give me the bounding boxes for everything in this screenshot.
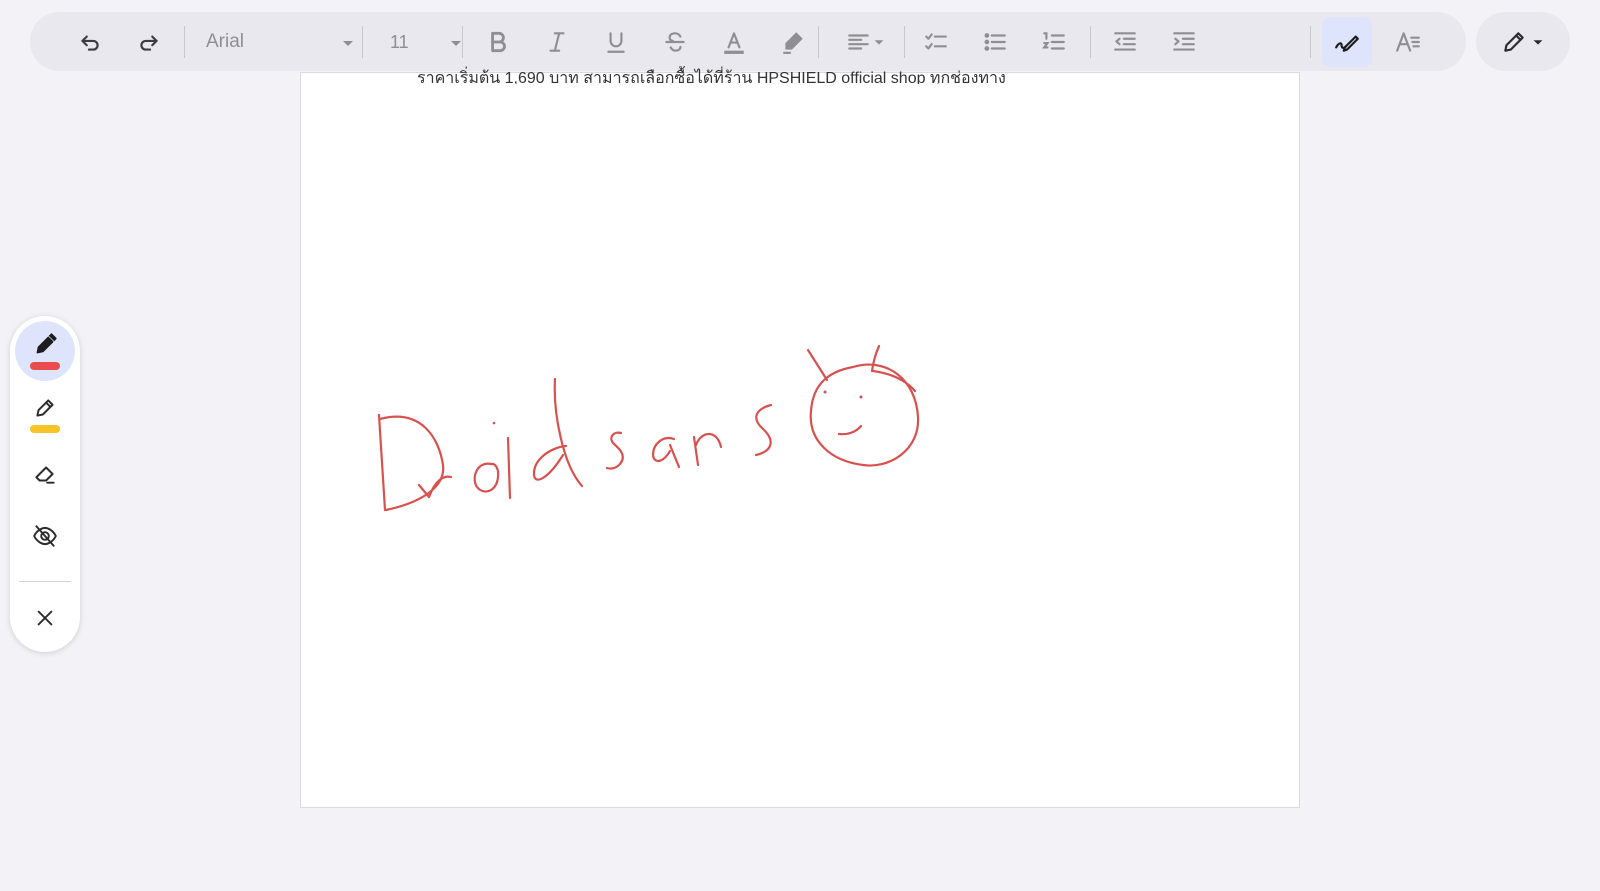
font-size-select[interactable]: 11 [376, 24, 468, 60]
text-color-icon [724, 32, 744, 54]
eraser-tool-button[interactable] [15, 444, 75, 504]
pen-menu-button[interactable] [1476, 12, 1570, 71]
text-style-button[interactable] [1385, 19, 1431, 65]
document-page[interactable]: ราคาเริ่มต้น 1,690 บาท สามารถเลือกซื้อได… [300, 70, 1300, 808]
increase-indent-button[interactable] [1161, 19, 1207, 65]
bold-icon [491, 31, 506, 53]
checklist-button[interactable] [913, 19, 959, 65]
highlighter-tool-button[interactable] [15, 384, 75, 444]
bulleted-list-button[interactable] [972, 19, 1018, 65]
handwriting-ink [377, 344, 920, 512]
bulleted-list-icon [984, 33, 1006, 51]
toolbar-divider [1310, 26, 1311, 58]
redo-icon [140, 35, 158, 51]
font-family-value: Arial [206, 31, 245, 52]
undo-button[interactable] [67, 19, 113, 65]
eye-off-icon [33, 525, 57, 547]
toolbar-divider [462, 26, 463, 58]
toolbar-divider [1090, 26, 1091, 58]
underline-button[interactable] [593, 19, 639, 65]
redo-button[interactable] [126, 19, 172, 65]
close-icon [37, 610, 53, 626]
decrease-indent-icon [1114, 32, 1136, 51]
alignment-button[interactable] [836, 19, 896, 65]
align-left-icon [848, 34, 869, 50]
font-family-select[interactable]: Arial [200, 24, 360, 60]
increase-indent-icon [1173, 32, 1195, 51]
close-markup-button[interactable] [15, 588, 75, 648]
text-color-button[interactable] [711, 19, 757, 65]
marker-icon [783, 32, 803, 54]
formatting-toolbar: Arial 11 [30, 12, 1466, 71]
numbered-list-button[interactable] [1031, 19, 1077, 65]
handwriting-icon [1335, 35, 1359, 52]
text-style-icon [1396, 32, 1420, 52]
chevron-down-icon [343, 41, 353, 46]
chevron-down-icon [1533, 39, 1543, 45]
underline-icon [607, 32, 625, 53]
markup-tools-palette [10, 316, 80, 652]
toolbar-divider [184, 26, 185, 58]
bold-button[interactable] [475, 19, 521, 65]
pen-icon [1504, 31, 1524, 52]
numbered-list-icon [1042, 32, 1065, 50]
hide-markup-button[interactable] [15, 506, 75, 566]
pen-tool-button[interactable] [15, 321, 75, 381]
checklist-icon [925, 33, 947, 50]
eraser-icon [35, 466, 55, 484]
strikethrough-icon [665, 32, 685, 52]
highlight-color-button[interactable] [770, 19, 816, 65]
handwriting-mode-button[interactable] [1322, 17, 1372, 67]
italic-button[interactable] [534, 19, 580, 65]
toolbar-divider [904, 26, 905, 58]
toolbar-divider [818, 26, 819, 58]
highlighter-color-swatch [30, 425, 60, 433]
highlighter-icon [36, 399, 54, 417]
pen-icon [36, 333, 57, 354]
palette-divider [19, 581, 71, 582]
undo-icon [81, 35, 99, 51]
font-size-value: 11 [390, 31, 409, 52]
chevron-down-icon [874, 40, 884, 45]
italic-icon [549, 32, 565, 52]
toolbar-divider [362, 26, 363, 58]
decrease-indent-button[interactable] [1102, 19, 1148, 65]
strikethrough-button[interactable] [652, 19, 698, 65]
pen-color-swatch [30, 362, 60, 370]
